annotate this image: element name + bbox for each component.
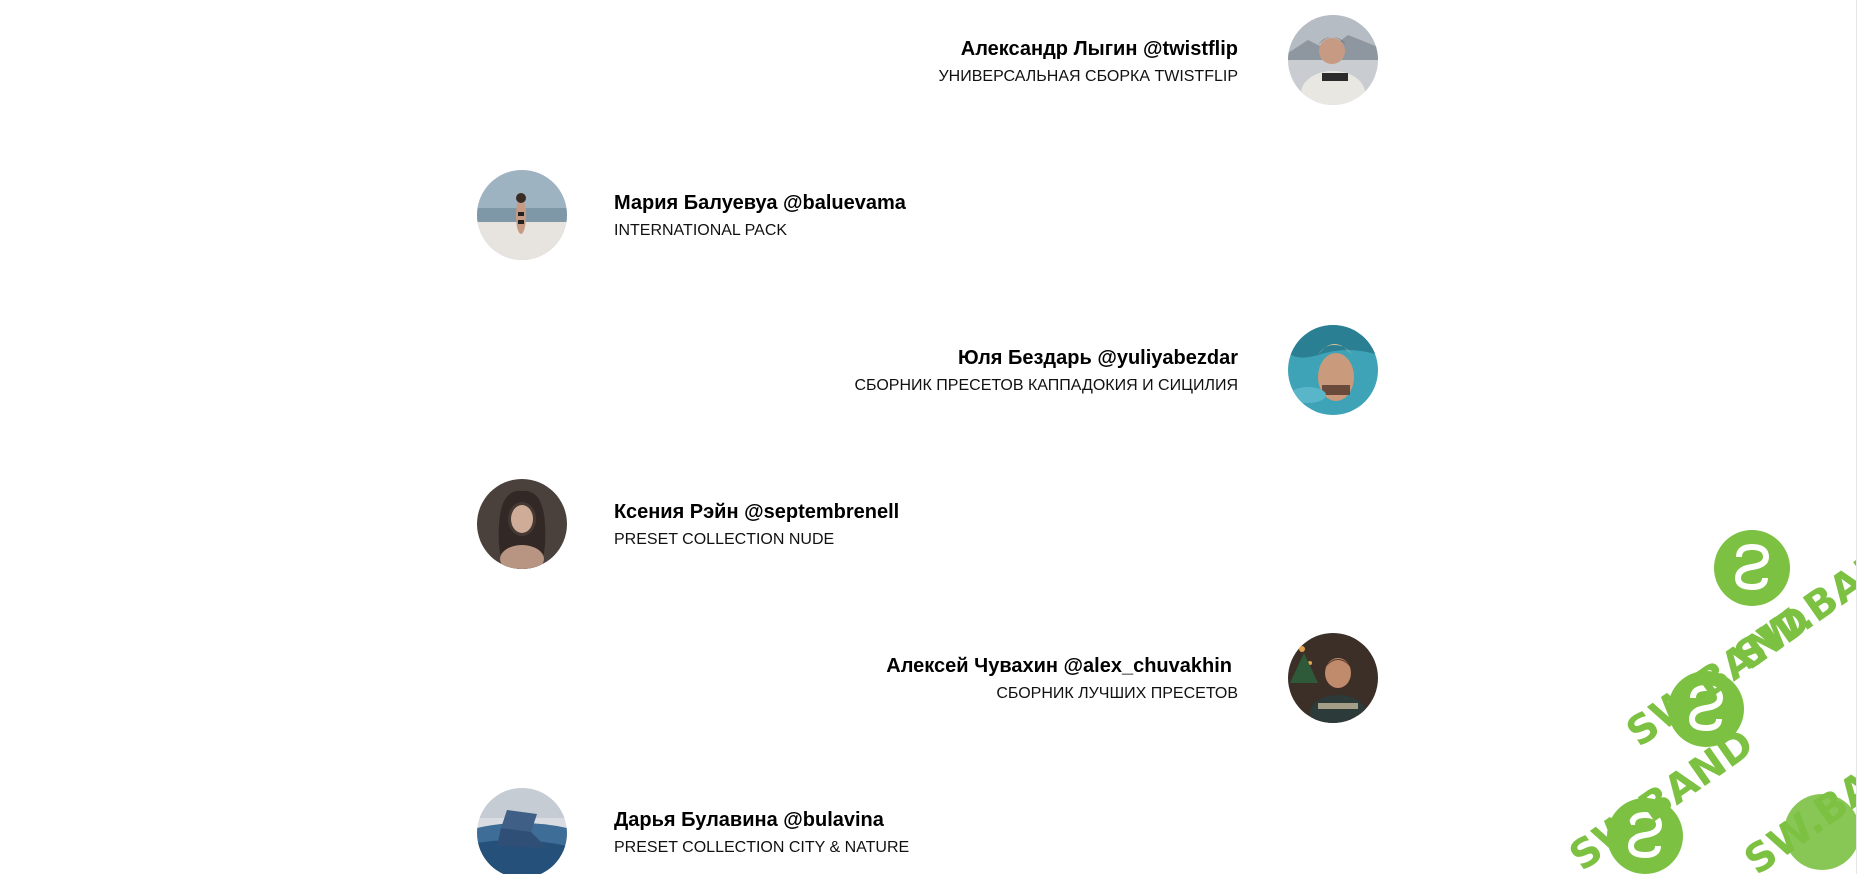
author-name: Мария Балуевуа @baluevama: [614, 192, 906, 214]
author-subtitle: СБОРНИК ЛУЧШИХ ПРЕСЕТОВ: [996, 685, 1238, 702]
svg-text:SW.BAND: SW.BAND: [1736, 724, 1857, 874]
avatar: [477, 788, 567, 874]
author-subtitle: СБОРНИК ПРЕСЕТОВ КАППАДОКИЯ И СИЦИЛИЯ: [854, 377, 1238, 394]
author-text: Дарья Булавина @bulavina PRESET COLLECTI…: [614, 808, 1174, 858]
person-photo-icon: [477, 170, 567, 260]
author-text: Александр Лыгин @twistflip УНИВЕРСАЛЬНАЯ…: [678, 37, 1239, 87]
avatar: [1288, 325, 1378, 415]
svg-text:SW.BAND: SW.BAND: [1618, 596, 1819, 756]
person-photo-icon: [477, 788, 567, 874]
author-subtitle: INTERNATIONAL PACK: [614, 222, 788, 239]
author-name: Александр Лыгин @twistflip: [960, 38, 1238, 60]
author-name: Алексей Чувахин @alex_chuvakhin: [886, 655, 1232, 677]
svg-text:SW.BAND: SW.BAND: [1561, 720, 1762, 874]
page: Александр Лыгин @twistflip УНИВЕРСАЛЬНАЯ…: [0, 0, 1857, 874]
avatar: [1288, 15, 1378, 105]
author-text: Юля Бездарь @yuliyabezdar СБОРНИК ПРЕСЕТ…: [678, 346, 1238, 396]
watermark-logo: SW.BAND SW.BAND SW.BAND SW.BAND: [1547, 494, 1857, 874]
person-photo-icon: [1288, 15, 1378, 105]
author-subtitle: PRESET COLLECTION NUDE: [614, 531, 835, 548]
person-photo-icon: [477, 479, 567, 569]
author-subtitle: PRESET COLLECTION CITY & NATURE: [614, 839, 910, 856]
author-name: Дарья Булавина @bulavina: [614, 809, 884, 831]
avatar: [1288, 633, 1378, 723]
author-text: Ксения Рэйн @septembrenell PRESET COLLEC…: [614, 500, 1174, 550]
author-name: Юля Бездарь @yuliyabezdar: [957, 347, 1238, 369]
avatar: [477, 170, 567, 260]
avatar: [477, 479, 567, 569]
svg-text:SW.BAND: SW.BAND: [1726, 520, 1857, 680]
person-photo-icon: [1288, 633, 1378, 723]
person-photo-icon: [1288, 325, 1378, 415]
author-name: Ксения Рэйн @septembrenell: [614, 501, 900, 523]
sw-band-logo-icon: SW.BAND SW.BAND SW.BAND SW.BAND: [1561, 520, 1857, 874]
author-subtitle: УНИВЕРСАЛЬНАЯ СБОРКА TWISTFLIP: [938, 68, 1239, 85]
author-text: Алексей Чувахин @alex_chuvakhin СБОРНИК …: [678, 654, 1238, 704]
author-text: Мария Балуевуа @baluevama INTERNATIONAL …: [614, 191, 1174, 241]
